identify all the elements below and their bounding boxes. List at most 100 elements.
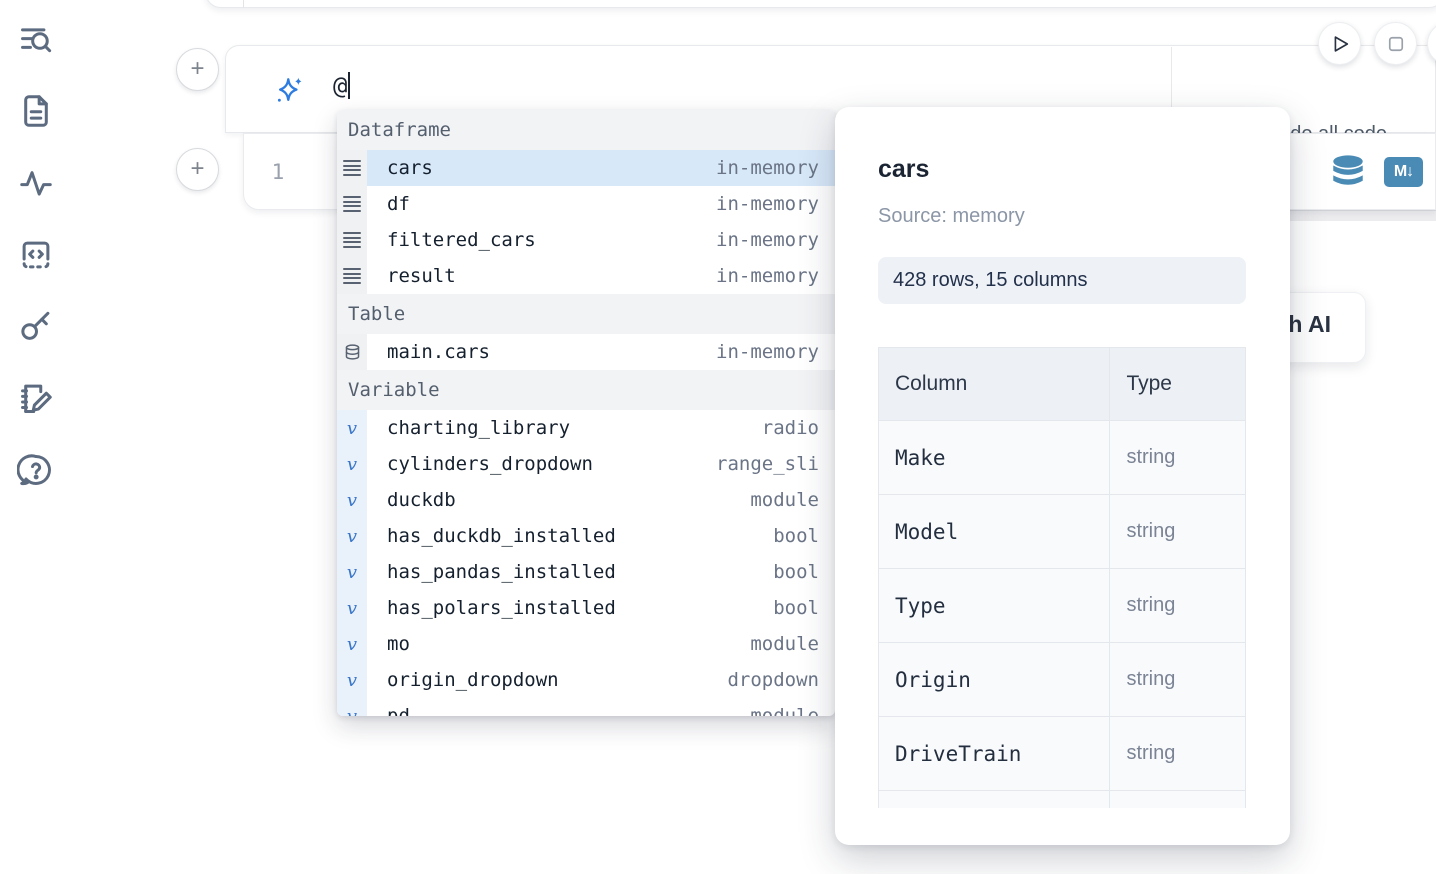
completion-item[interactable]: v duckdb module xyxy=(337,482,835,518)
help-chat-icon[interactable] xyxy=(17,451,55,489)
previous-cell-edge xyxy=(205,0,1436,8)
activity-icon[interactable] xyxy=(17,164,55,202)
completion-item-name: mo xyxy=(387,633,750,655)
ai-sparkle-icon xyxy=(272,73,306,107)
run-cell-button[interactable] xyxy=(1318,22,1361,65)
schema-column-name: Model xyxy=(879,495,1110,569)
completion-item-type: in-memory xyxy=(716,229,819,251)
completion-item[interactable]: v mo module xyxy=(337,626,835,662)
completion-item-type: radio xyxy=(762,417,819,439)
ai-prompt-input[interactable]: @ xyxy=(333,72,350,100)
completion-item[interactable]: v has_pandas_installed bool xyxy=(337,554,835,590)
schema-header-type: Type xyxy=(1110,348,1246,421)
completion-item-name: has_polars_installed xyxy=(387,597,773,619)
completion-item[interactable]: v has_duckdb_installed bool xyxy=(337,518,835,554)
markdown-action-icon[interactable]: M↓ xyxy=(1384,157,1423,187)
completion-item-name: has_pandas_installed xyxy=(387,561,773,583)
table-database-icon xyxy=(344,343,361,361)
completion-item[interactable]: v pd module xyxy=(337,698,835,716)
variable-icon: v xyxy=(347,526,357,547)
schema-column-type: string xyxy=(1110,421,1246,495)
key-icon[interactable] xyxy=(17,307,55,345)
schema-column-name: DriveTrain xyxy=(879,717,1110,791)
add-cell-button-bottom[interactable]: + xyxy=(176,148,219,191)
schema-row: Make string xyxy=(879,421,1246,495)
completion-item-type: bool xyxy=(773,525,819,547)
completion-item-name: has_duckdb_installed xyxy=(387,525,773,547)
completion-item-type: bool xyxy=(773,597,819,619)
text-caret xyxy=(348,72,350,99)
completion-item-type: in-memory xyxy=(716,157,819,179)
schema-header-column: Column xyxy=(879,348,1110,421)
play-icon xyxy=(1329,33,1351,55)
line-number: 1 xyxy=(244,134,312,210)
completion-item[interactable]: v filtered_cars in-memory xyxy=(337,222,835,258)
schema-row: DriveTrain string xyxy=(879,717,1246,791)
preview-schema-table: Column Type Make string Model string Typ… xyxy=(878,347,1246,808)
schema-column-name: Origin xyxy=(879,643,1110,717)
completion-item-type: in-memory xyxy=(716,341,819,363)
completion-item-type: module xyxy=(750,489,819,511)
schema-column-name xyxy=(879,791,1110,809)
completion-dropdown: Dataframe v cars in-memory v xyxy=(337,110,835,716)
variable-icon: v xyxy=(347,634,357,655)
schema-row: Model string xyxy=(879,495,1246,569)
dataframe-icon xyxy=(343,230,361,251)
variable-icon: v xyxy=(347,598,357,619)
completion-item-type: dropdown xyxy=(727,669,819,691)
preview-source: Source: memory xyxy=(878,205,1025,228)
variable-icon: v xyxy=(347,706,357,717)
schema-column-type: string xyxy=(1110,569,1246,643)
variable-icon: v xyxy=(347,562,357,583)
completion-item[interactable]: v main.cars in-memory xyxy=(337,334,835,370)
code-snippet-icon[interactable] xyxy=(17,236,55,274)
dataframe-preview-tooltip: cars Source: memory 428 rows, 15 columns… xyxy=(835,107,1290,845)
add-cell-button-top[interactable]: + xyxy=(176,48,219,91)
completion-section-header: Table xyxy=(337,294,835,334)
database-action-icon[interactable] xyxy=(1329,153,1367,191)
document-icon[interactable] xyxy=(17,92,55,130)
completion-item-type: bool xyxy=(773,561,819,583)
stop-icon xyxy=(1386,34,1406,54)
search-list-icon[interactable] xyxy=(17,22,55,60)
schema-column-type: string xyxy=(1110,495,1246,569)
schema-column-name: Make xyxy=(879,421,1110,495)
variable-icon: v xyxy=(347,490,357,511)
previous-cell-gutter-divider xyxy=(243,0,244,8)
completion-section-header: Variable xyxy=(337,370,835,410)
completion-item-name: main.cars xyxy=(387,341,716,363)
completion-item-name: pd xyxy=(387,705,750,716)
completion-item[interactable]: v cars in-memory xyxy=(337,150,835,186)
schema-column-name: Type xyxy=(879,569,1110,643)
completion-item-type: range_sli xyxy=(716,453,819,475)
completion-item-name: duckdb xyxy=(387,489,750,511)
completion-item-type: module xyxy=(750,633,819,655)
completion-item[interactable]: v cylinders_dropdown range_sli xyxy=(337,446,835,482)
completion-item-name: origin_dropdown xyxy=(387,669,727,691)
schema-row: Origin string xyxy=(879,643,1246,717)
marimo-notebook: { "sidebar": { "items": [ {"icon": "sear… xyxy=(0,0,1436,874)
dataframe-icon xyxy=(343,266,361,287)
variable-icon: v xyxy=(347,670,357,691)
completion-item[interactable]: v has_polars_installed bool xyxy=(337,590,835,626)
completion-item[interactable]: v df in-memory xyxy=(337,186,835,222)
completion-item-name: charting_library xyxy=(387,417,762,439)
schema-column-type xyxy=(1110,791,1246,809)
preview-shape-badge: 428 rows, 15 columns xyxy=(878,257,1246,304)
completion-item-type: in-memory xyxy=(716,265,819,287)
completion-item[interactable]: v origin_dropdown dropdown xyxy=(337,662,835,698)
completion-item-type: in-memory xyxy=(716,193,819,215)
schema-column-type: string xyxy=(1110,643,1246,717)
schema-column-type: string xyxy=(1110,717,1246,791)
variable-icon: v xyxy=(347,454,357,475)
completion-item-name: cars xyxy=(387,157,716,179)
completion-item[interactable]: v result in-memory xyxy=(337,258,835,294)
stop-cell-button[interactable] xyxy=(1374,22,1417,65)
completion-item-name: df xyxy=(387,193,716,215)
notebook-edit-icon[interactable] xyxy=(17,379,55,417)
completion-item[interactable]: v charting_library radio xyxy=(337,410,835,446)
completion-section-header: Dataframe xyxy=(337,110,835,150)
variable-icon: v xyxy=(347,418,357,439)
schema-row: Type string xyxy=(879,569,1246,643)
completion-item-name: filtered_cars xyxy=(387,229,716,251)
